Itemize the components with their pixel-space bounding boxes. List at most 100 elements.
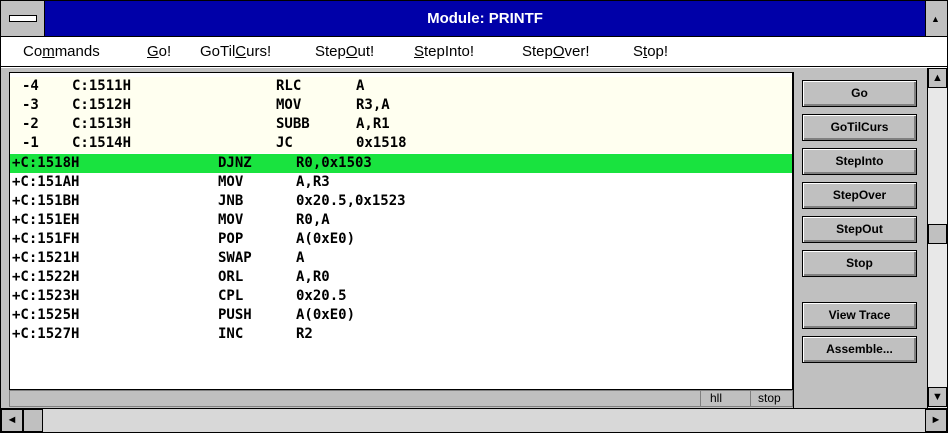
row-opcode: PUSH bbox=[218, 307, 252, 323]
row-opcode: DJNZ bbox=[218, 155, 252, 171]
history-index: -1 bbox=[22, 135, 39, 151]
menu-stepout[interactable]: StepOut! bbox=[315, 37, 374, 67]
status-state: stop bbox=[758, 391, 781, 405]
assemble-button[interactable]: Assemble... bbox=[802, 336, 917, 363]
menu-label: Step bbox=[315, 43, 346, 60]
row-address: +C:1527H bbox=[12, 326, 80, 342]
instruction-row[interactable]: +C:151EH MOV R0,A bbox=[10, 211, 792, 230]
horizontal-scrollbar[interactable]: ◄ ► bbox=[1, 408, 947, 432]
row-operands: A(0xE0) bbox=[296, 231, 356, 247]
row-operands: R0,0x1503 bbox=[296, 155, 372, 171]
row-opcode: POP bbox=[218, 231, 244, 247]
maximize-button[interactable]: ▲ bbox=[925, 1, 947, 36]
vertical-scroll-thumb[interactable] bbox=[928, 224, 947, 244]
menu-label: S bbox=[633, 43, 644, 60]
menu-bar: Commands Go! GoTilCurs! StepOut! StepInt… bbox=[1, 37, 947, 67]
vertical-scrollbar[interactable]: ▲ ▼ bbox=[927, 68, 947, 408]
instruction-row[interactable]: +C:1527H INC R2 bbox=[10, 325, 792, 344]
row-opcode: INC bbox=[218, 326, 244, 342]
stepinto-button[interactable]: StepInto bbox=[802, 148, 917, 175]
menu-label: op! bbox=[647, 43, 669, 60]
row-operands: A,R0 bbox=[296, 269, 330, 285]
row-opcode: JNB bbox=[218, 193, 244, 209]
instruction-row[interactable]: +C:1523H CPL 0x20.5 bbox=[10, 287, 792, 306]
history-opcode: RLC bbox=[276, 78, 302, 94]
history-row[interactable]: -1 C:1514H JC 0x1518 bbox=[10, 134, 792, 153]
menu-stepover[interactable]: StepOver! bbox=[522, 37, 590, 67]
debugger-window: Module: PRINTF ▲ Commands Go! GoTilCurs!… bbox=[0, 0, 948, 433]
history-operands: A,R1 bbox=[356, 116, 390, 132]
row-operands: R2 bbox=[296, 326, 313, 342]
menu-label: urs! bbox=[246, 43, 272, 60]
row-opcode: MOV bbox=[218, 212, 244, 228]
command-button-panel: Go GoTilCurs StepInto StepOver StepOut S… bbox=[793, 72, 927, 408]
menu-go[interactable]: Go! bbox=[147, 37, 171, 67]
row-operands: 0x20.5,0x1523 bbox=[296, 193, 406, 209]
menu-label: ver! bbox=[564, 43, 590, 60]
menu-commands[interactable]: Commands bbox=[23, 37, 100, 67]
go-button[interactable]: Go bbox=[802, 80, 917, 107]
history-index: -2 bbox=[22, 116, 39, 132]
history-operands: A bbox=[356, 78, 365, 94]
menu-mnemonic: O bbox=[345, 43, 358, 60]
scroll-left-icon[interactable]: ◄ bbox=[1, 409, 23, 432]
disassembly-view[interactable]: -4 C:1511H RLC A -3 C:1512H MOV R3,A -2 … bbox=[9, 72, 793, 390]
history-opcode: SUBB bbox=[276, 116, 310, 132]
stepout-button[interactable]: StepOut bbox=[802, 216, 917, 243]
row-address: +C:151AH bbox=[12, 174, 80, 190]
menu-label: tepInto! bbox=[424, 43, 475, 60]
debugger-content: -4 C:1511H RLC A -3 C:1512H MOV R3,A -2 … bbox=[1, 68, 947, 408]
menu-mnemonic: m bbox=[42, 43, 55, 60]
row-operands: A,R3 bbox=[296, 174, 330, 190]
instruction-row[interactable]: +C:151BH JNB 0x20.5,0x1523 bbox=[10, 192, 792, 211]
instruction-row[interactable]: +C:1525H PUSH A(0xE0) bbox=[10, 306, 792, 325]
history-row[interactable]: -3 C:1512H MOV R3,A bbox=[10, 96, 792, 115]
history-row[interactable]: -4 C:1511H RLC A bbox=[10, 77, 792, 96]
system-menu-icon bbox=[9, 15, 37, 22]
status-row: hll stop bbox=[9, 390, 793, 407]
scroll-down-icon[interactable]: ▼ bbox=[928, 387, 947, 407]
history-row[interactable]: -2 C:1513H SUBB A,R1 bbox=[10, 115, 792, 134]
system-menu-button[interactable] bbox=[1, 1, 45, 36]
history-opcode: MOV bbox=[276, 97, 302, 113]
menu-stop[interactable]: Stop! bbox=[633, 37, 668, 67]
menu-gotilcurs[interactable]: GoTilCurs! bbox=[200, 37, 271, 67]
history-address: C:1514H bbox=[72, 135, 132, 151]
history-address: C:1512H bbox=[72, 97, 132, 113]
menu-mnemonic: G bbox=[147, 43, 159, 60]
stepover-button[interactable]: StepOver bbox=[802, 182, 917, 209]
history-opcode: JC bbox=[276, 135, 293, 151]
gotilcurs-button[interactable]: GoTilCurs bbox=[802, 114, 917, 141]
current-instruction-row[interactable]: +C:1518H DJNZ R0,0x1503 bbox=[10, 154, 792, 173]
row-operands: 0x20.5 bbox=[296, 288, 347, 304]
status-divider bbox=[700, 391, 701, 406]
status-divider bbox=[750, 391, 751, 406]
history-address: C:1511H bbox=[72, 78, 132, 94]
instruction-row[interactable]: +C:1522H ORL A,R0 bbox=[10, 268, 792, 287]
menu-label: Step bbox=[522, 43, 553, 60]
row-address: +C:151EH bbox=[12, 212, 80, 228]
row-address: +C:1521H bbox=[12, 250, 80, 266]
row-address: +C:151FH bbox=[12, 231, 80, 247]
menu-mnemonic: C bbox=[235, 43, 247, 60]
row-address: +C:1522H bbox=[12, 269, 80, 285]
instruction-row[interactable]: +C:151AH MOV A,R3 bbox=[10, 173, 792, 192]
stop-button[interactable]: Stop bbox=[802, 250, 917, 277]
instruction-row[interactable]: +C:151FH POP A(0xE0) bbox=[10, 230, 792, 249]
horizontal-scroll-thumb[interactable] bbox=[23, 409, 43, 432]
history-address: C:1513H bbox=[72, 116, 132, 132]
scroll-right-icon[interactable]: ► bbox=[925, 409, 947, 432]
menu-mnemonic: S bbox=[414, 43, 425, 60]
row-address: +C:1525H bbox=[12, 307, 80, 323]
instruction-row[interactable]: +C:1521H SWAP A bbox=[10, 249, 792, 268]
scroll-up-icon[interactable]: ▲ bbox=[928, 68, 947, 88]
title-bar[interactable]: Module: PRINTF ▲ bbox=[1, 1, 947, 37]
menu-label: Co bbox=[23, 43, 43, 60]
history-index: -4 bbox=[22, 78, 39, 94]
menu-stepinto[interactable]: StepInto! bbox=[414, 37, 474, 67]
view-trace-button[interactable]: View Trace bbox=[802, 302, 917, 329]
row-address: +C:151BH bbox=[12, 193, 80, 209]
row-address: +C:1523H bbox=[12, 288, 80, 304]
status-hll: hll bbox=[710, 391, 723, 405]
menu-label: GoTil bbox=[200, 43, 236, 60]
